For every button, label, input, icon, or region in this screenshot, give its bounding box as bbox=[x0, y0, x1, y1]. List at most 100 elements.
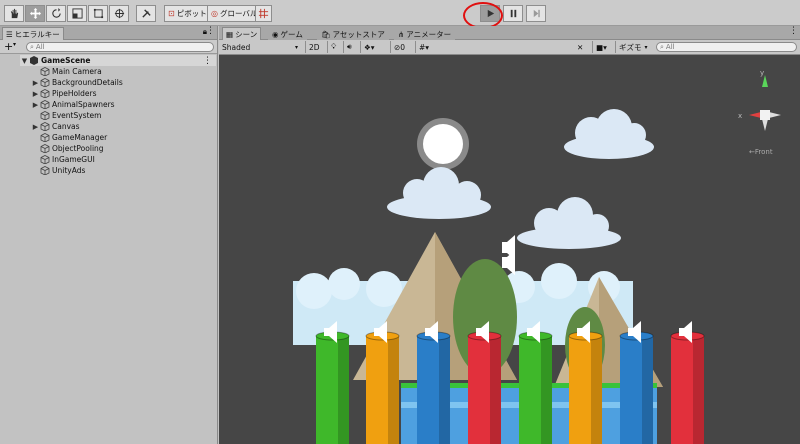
gameobject-cube-icon bbox=[40, 89, 50, 98]
gamepad-icon: ◉ bbox=[272, 29, 279, 39]
pipe-shade bbox=[439, 336, 450, 444]
pipe[interactable] bbox=[315, 321, 350, 444]
scale-icon bbox=[71, 8, 83, 19]
scale-tool-button[interactable] bbox=[67, 5, 87, 22]
create-add-button[interactable]: + bbox=[4, 40, 13, 53]
scene-root-row[interactable]: ▼ GameScene ⋮ bbox=[20, 55, 216, 66]
gizmos-dropdown[interactable]: ギズモ ▾ bbox=[615, 41, 651, 53]
hierarchy-item[interactable]: EventSystem bbox=[31, 110, 101, 121]
hierarchy-item[interactable]: UnityAds bbox=[31, 165, 85, 176]
gizmo-x-cone[interactable] bbox=[749, 112, 761, 118]
tab-asset-store[interactable]: 🛍︎ アセットストア bbox=[317, 27, 389, 40]
hierarchy-tabbar: ☰ ヒエラルキー 🔒︎ ⋮ bbox=[0, 26, 217, 40]
grid-toggle[interactable]: #▾ bbox=[415, 41, 432, 53]
hierarchy-item[interactable]: GameManager bbox=[31, 132, 107, 143]
hand-tool-button[interactable] bbox=[4, 5, 24, 22]
global-toggle[interactable]: ◎ グローバル bbox=[207, 5, 262, 22]
pivot-toggle[interactable]: ⊡ ピボット bbox=[164, 5, 211, 22]
hidden-objects-toggle[interactable]: ⊘ 0 bbox=[390, 41, 408, 53]
sun bbox=[423, 124, 463, 164]
pipe[interactable] bbox=[467, 321, 502, 444]
pause-button[interactable] bbox=[503, 5, 523, 22]
scene-tools-button[interactable]: ✕ bbox=[574, 41, 586, 53]
expand-arrow-icon[interactable]: ▶ bbox=[31, 90, 40, 98]
hierarchy-item[interactable]: ObjectPooling bbox=[31, 143, 104, 154]
rect-tool-button[interactable] bbox=[88, 5, 108, 22]
global-icon: ◎ bbox=[211, 9, 218, 18]
shading-mode-value: Shaded bbox=[222, 42, 251, 52]
hierarchy-item[interactable]: ▶ BackgroundDetails bbox=[31, 77, 123, 88]
gizmo-view-label[interactable]: ←Front bbox=[749, 148, 773, 156]
pipe-shade bbox=[591, 336, 602, 444]
gizmo-neg-x-cone[interactable] bbox=[769, 112, 781, 118]
scene-menu-icon[interactable]: ⋮ bbox=[203, 56, 212, 66]
scene-canvas[interactable]: y x ←Front bbox=[219, 55, 800, 444]
mode-2d-toggle[interactable]: 2D bbox=[305, 41, 323, 53]
lighting-toggle[interactable]: 💡︎ bbox=[327, 41, 339, 53]
hierarchy-search-input[interactable]: ⌕ All bbox=[26, 42, 214, 52]
expand-arrow-icon[interactable]: ▶ bbox=[31, 101, 40, 109]
camera-dropdown[interactable]: ■▾ bbox=[592, 41, 610, 53]
pipe-shade bbox=[490, 336, 501, 444]
tab-hierarchy[interactable]: ☰ ヒエラルキー bbox=[2, 27, 64, 40]
custom-tool-button[interactable] bbox=[136, 5, 156, 22]
main-toolbar: ⊡ ピボット ◎ グローバル bbox=[0, 0, 800, 29]
scene-panel: ▦ シーン ◉ ゲーム 🛍︎ アセットストア ⋔ アニメーター ⋮ Shaded ▾ 2… bbox=[219, 26, 800, 444]
effects-dropdown[interactable]: ❖▾ bbox=[360, 41, 378, 53]
move-tool-button[interactable] bbox=[25, 5, 45, 22]
hierarchy-item-label: EventSystem bbox=[52, 111, 102, 120]
hidden-count: 0 bbox=[400, 42, 406, 52]
effects-icon: ❖▾ bbox=[364, 42, 375, 52]
pipe-shade bbox=[693, 336, 704, 444]
pipe[interactable] bbox=[416, 321, 451, 444]
grid-snap-button[interactable] bbox=[255, 5, 272, 22]
scene-search-input[interactable]: ⌕ All bbox=[656, 42, 797, 52]
transform-tool-button[interactable] bbox=[109, 5, 129, 22]
chevron-down-icon: ▾ bbox=[294, 43, 298, 51]
hierarchy-item[interactable]: ▶ PipeHolders bbox=[31, 88, 97, 99]
gameobject-cube-icon bbox=[40, 78, 50, 87]
expand-arrow-icon[interactable]: ▶ bbox=[31, 79, 40, 87]
tab-asset-store-label: アセットストア bbox=[332, 29, 385, 39]
hierarchy-item[interactable]: InGameGUI bbox=[31, 154, 95, 165]
step-button[interactable] bbox=[526, 5, 546, 22]
pipe[interactable] bbox=[568, 321, 603, 444]
tools-icon bbox=[141, 9, 151, 18]
hierarchy-panel: ☰ ヒエラルキー 🔒︎ ⋮ + ▾ ⌕ All ▼ GameScene ⋮ Mai… bbox=[0, 26, 218, 444]
orientation-gizmo[interactable]: y x ←Front bbox=[738, 69, 781, 156]
play-button[interactable] bbox=[480, 5, 500, 22]
scene-viewport[interactable]: y x ←Front bbox=[219, 55, 800, 444]
audio-toggle[interactable]: 🔊︎ bbox=[343, 41, 355, 53]
hierarchy-item-label: Canvas bbox=[52, 122, 80, 131]
panel-menu-icon[interactable]: ⋮ bbox=[206, 26, 215, 36]
tab-scene[interactable]: ▦ シーン bbox=[222, 27, 262, 40]
shading-mode-dropdown[interactable]: Shaded ▾ bbox=[219, 41, 301, 53]
pipe[interactable] bbox=[518, 321, 553, 444]
scene-name: GameScene bbox=[41, 56, 91, 65]
gameobject-cube-icon bbox=[40, 144, 50, 153]
global-label: グローバル bbox=[219, 9, 258, 18]
hierarchy-search-bar: + ▾ ⌕ All bbox=[0, 40, 217, 54]
hierarchy-item[interactable]: ▶ Canvas bbox=[31, 121, 80, 132]
gizmo-neg-y-cone[interactable] bbox=[762, 119, 768, 131]
unity-scene-icon bbox=[30, 56, 38, 65]
list-icon: ☰ bbox=[6, 29, 13, 39]
expand-arrow-icon[interactable]: ▶ bbox=[31, 123, 40, 131]
chevron-down-icon[interactable]: ▾ bbox=[13, 41, 16, 48]
tab-animator[interactable]: ⋔ アニメーター bbox=[394, 27, 456, 40]
pipe[interactable] bbox=[365, 321, 400, 444]
pipe[interactable] bbox=[670, 321, 705, 444]
pipe[interactable] bbox=[619, 321, 654, 444]
hierarchy-item[interactable]: ▶ AnimalSpawners bbox=[31, 99, 115, 110]
rotate-tool-button[interactable] bbox=[46, 5, 66, 22]
speaker-icon: 🔊︎ bbox=[347, 42, 352, 51]
scene-panel-menu-icon[interactable]: ⋮ bbox=[789, 26, 798, 36]
gameobject-cube-icon bbox=[40, 100, 50, 109]
gizmo-center-cube[interactable] bbox=[760, 110, 770, 120]
mode-2d-label: 2D bbox=[309, 42, 320, 52]
expand-arrow-icon[interactable]: ▼ bbox=[20, 57, 29, 65]
hierarchy-item[interactable]: Main Camera bbox=[31, 66, 102, 77]
hierarchy-item-label: InGameGUI bbox=[52, 155, 95, 164]
hand-icon bbox=[10, 8, 18, 19]
tab-game[interactable]: ◉ ゲーム bbox=[268, 27, 307, 40]
